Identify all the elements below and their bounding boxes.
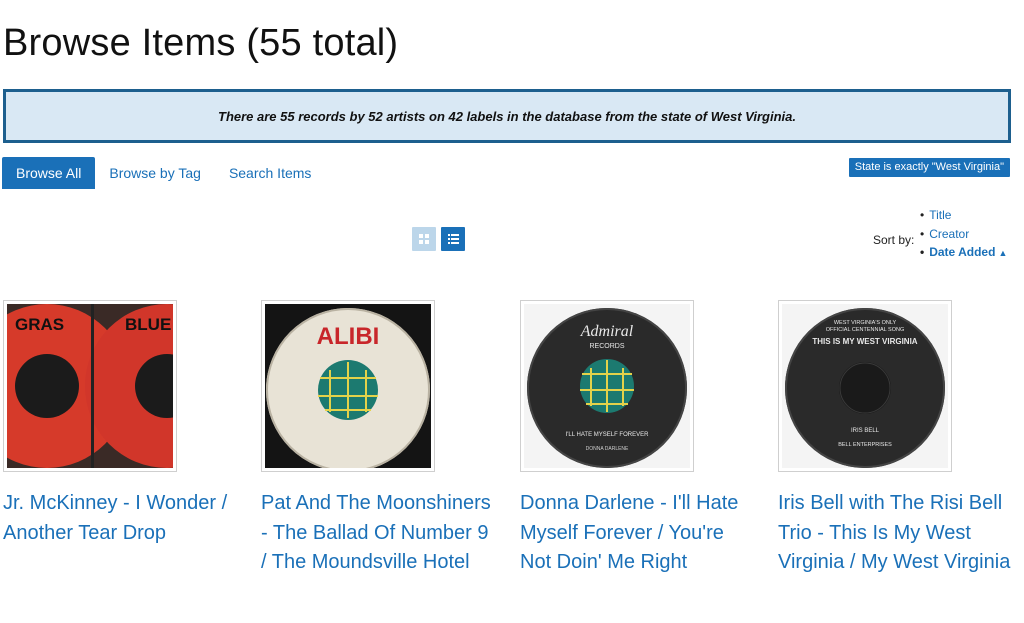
item-title-link[interactable]: Jr. McKinney - I Wonder / Another Tear D… xyxy=(3,489,241,548)
tab-search-items[interactable]: Search Items xyxy=(215,157,325,189)
record-image: Admiral RECORDS I'LL HATE MYSELF FOREVER… xyxy=(524,304,690,468)
item-thumbnail[interactable]: ALIBI xyxy=(261,300,435,472)
record-label-text: DONNA DARLENE xyxy=(586,446,629,452)
sort-option-title-label: Title xyxy=(929,208,952,222)
item-thumbnail[interactable]: Admiral RECORDS I'LL HATE MYSELF FOREVER… xyxy=(520,300,694,472)
record-label-text: WEST VIRGINIA'S ONLY xyxy=(834,320,897,326)
sort-label: Sort by: xyxy=(873,233,915,247)
sort-option-date-added[interactable]: Date Added▲ xyxy=(920,243,1007,262)
item-title-link[interactable]: Donna Darlene - I'll Hate Myself Forever… xyxy=(520,489,758,578)
tab-browse-all[interactable]: Browse All xyxy=(2,157,96,189)
grid-icon xyxy=(419,234,429,244)
record-label-text: BELL ENTERPRISES xyxy=(838,442,892,448)
record-label-text: OFFICIAL CENTENNIAL SONG xyxy=(826,327,904,333)
record-label-text: Admiral xyxy=(580,323,634,340)
record-label-text: BLUE xyxy=(125,315,171,334)
view-toggle xyxy=(412,227,465,251)
list-icon xyxy=(447,234,459,244)
tab-browse-by-tag[interactable]: Browse by Tag xyxy=(95,157,215,189)
record-image: WEST VIRGINIA'S ONLY OFFICIAL CENTENNIAL… xyxy=(782,304,948,468)
sort-option-creator[interactable]: Creator xyxy=(920,225,1007,244)
record-label-text: GRAS xyxy=(15,315,64,334)
caret-up-icon: ▲ xyxy=(998,248,1008,258)
record-label-text: IRIS BELL xyxy=(851,428,880,434)
sort-option-title[interactable]: Title xyxy=(920,206,1007,225)
info-message: There are 55 records by 52 artists on 42… xyxy=(218,108,796,124)
item-card: WEST VIRGINIA'S ONLY OFFICIAL CENTENNIAL… xyxy=(778,300,1024,578)
item-title-link[interactable]: Pat And The Moonshiners - The Ballad Of … xyxy=(261,489,499,578)
sort-option-creator-label: Creator xyxy=(929,226,970,241)
record-image: GRAS BLUE xyxy=(7,304,173,468)
info-box: There are 55 records by 52 artists on 42… xyxy=(3,89,1011,143)
record-label-text: THIS IS MY WEST VIRGINIA xyxy=(812,337,917,346)
item-title-link[interactable]: Iris Bell with The Risi Bell Trio - This… xyxy=(778,489,1016,578)
record-image: ALIBI xyxy=(265,304,431,468)
record-label-text: I'LL HATE MYSELF FOREVER xyxy=(566,432,649,438)
item-thumbnail[interactable]: GRAS BLUE xyxy=(3,300,177,472)
record-label-text: ALIBI xyxy=(317,323,380,350)
grid-view-button[interactable] xyxy=(412,227,436,251)
page-title: Browse Items (55 total) xyxy=(3,22,399,64)
item-card: Admiral RECORDS I'LL HATE MYSELF FOREVER… xyxy=(520,300,770,578)
filter-badge[interactable]: State is exactly "West Virginia" xyxy=(848,158,1010,177)
item-card: ALIBI Pat And The Moonshiners - The Ball… xyxy=(261,300,511,578)
nav-tabs: Browse All Browse by Tag Search Items xyxy=(2,157,325,189)
record-label-text: RECORDS xyxy=(589,343,624,350)
list-view-button[interactable] xyxy=(441,227,465,251)
sort-options: Title Creator Date Added▲ xyxy=(920,206,1007,262)
sort-option-date-added-label: Date Added xyxy=(929,245,996,259)
item-card: GRAS BLUE Jr. McKinney - I Wonder / Anot… xyxy=(3,300,253,548)
item-thumbnail[interactable]: WEST VIRGINIA'S ONLY OFFICIAL CENTENNIAL… xyxy=(778,300,952,472)
